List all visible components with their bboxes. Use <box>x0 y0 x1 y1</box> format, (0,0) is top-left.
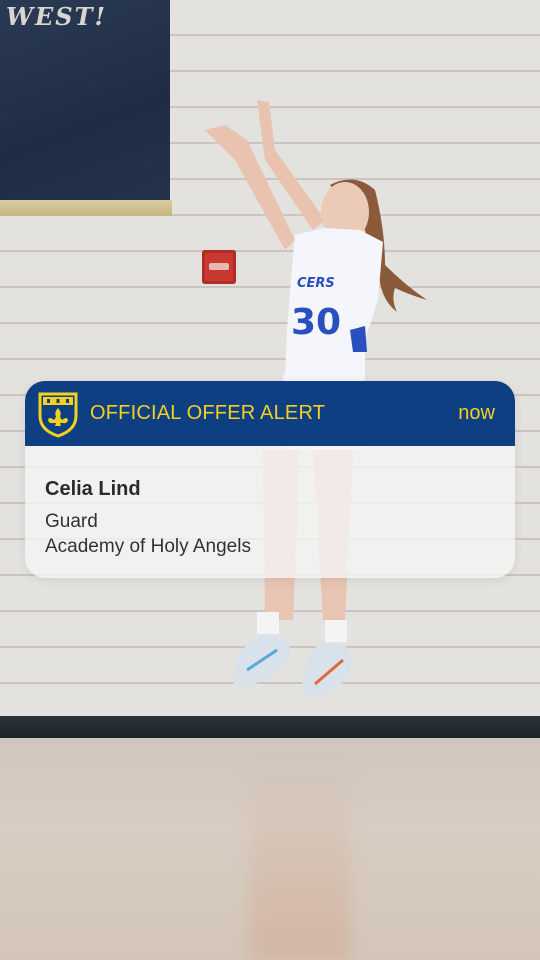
notification-body: Celia Lind Guard Academy of Holy Angels <box>25 446 515 578</box>
banner-text: WEST! <box>6 2 107 31</box>
notification-time: now <box>458 402 495 424</box>
wall-stripe <box>0 716 540 738</box>
athlete-position: Guard <box>45 511 98 532</box>
athlete-school: Academy of Holy Angels <box>45 536 251 557</box>
athlete-name: Celia Lind <box>45 478 141 500</box>
notification-title: OFFICIAL OFFER ALERT <box>90 402 326 424</box>
banner-trim <box>0 200 172 216</box>
floor-reflection <box>250 760 350 960</box>
jersey-number: 30 <box>291 302 341 343</box>
notification-header: OFFICIAL OFFER ALERT now <box>25 381 515 446</box>
jersey-text: CERS <box>297 276 335 291</box>
wall-banner: WEST! <box>0 0 170 200</box>
offer-notification[interactable]: OFFICIAL OFFER ALERT now Celia Lind Guar… <box>25 381 515 578</box>
fleur-de-lis-shield-icon <box>38 392 78 438</box>
